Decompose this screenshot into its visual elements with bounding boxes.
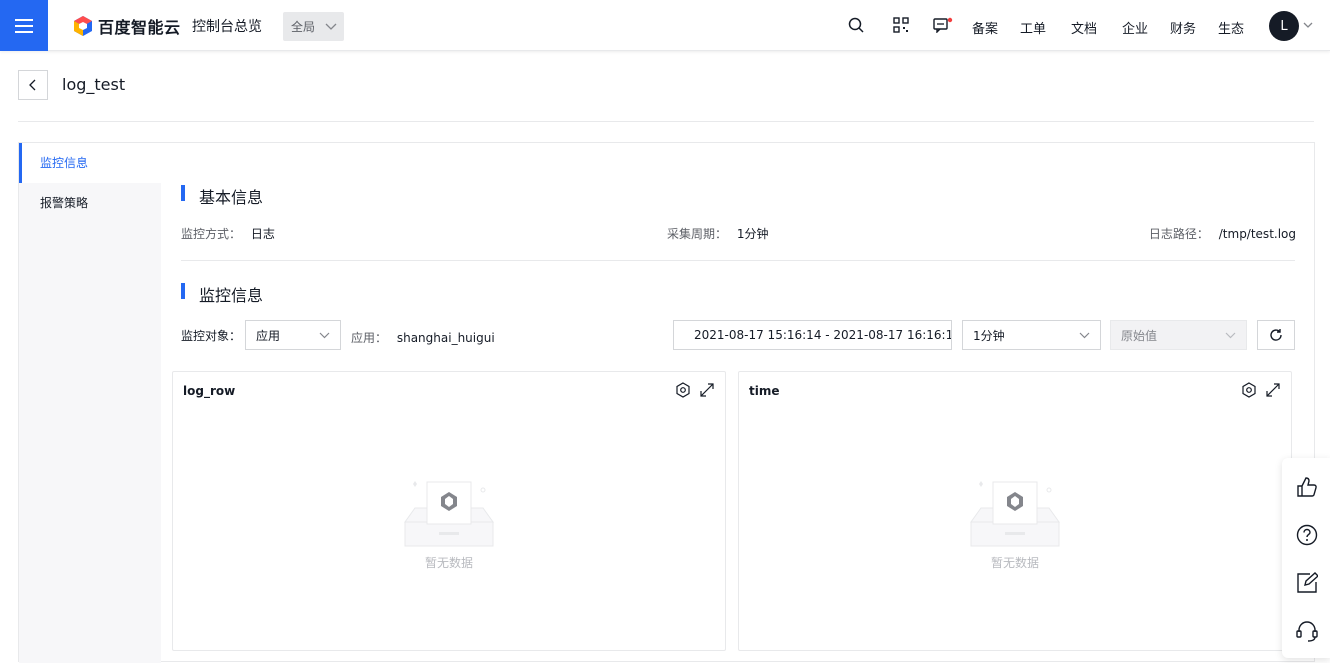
- info-collect-period: 采集周期： 1分钟: [667, 225, 768, 242]
- menu-button[interactable]: [0, 0, 48, 51]
- chart-title: log_row: [183, 384, 236, 398]
- time-range-value: 2021-08-17 15:16:14 - 2021-08-17 16:16:1…: [694, 328, 952, 342]
- nav-link-beian[interactable]: 备案: [972, 18, 998, 37]
- info-log-path: 日志路径： /tmp/test.log: [1149, 225, 1296, 242]
- section-title-basic-info: 基本信息: [181, 184, 263, 208]
- settings-icon[interactable]: [1241, 382, 1257, 398]
- card-tools: [675, 382, 715, 398]
- feedback-icon[interactable]: [1296, 572, 1318, 594]
- region-label: 全局: [291, 20, 316, 34]
- side-nav: 监控信息 报警策略: [19, 143, 161, 663]
- search-icon[interactable]: [848, 17, 864, 33]
- sidebar-item-alarm-policy[interactable]: 报警策略: [19, 183, 161, 223]
- info-monitor-method: 监控方式： 日志: [181, 225, 275, 242]
- select-value: 1分钟: [973, 328, 1005, 343]
- info-label: 日志路径：: [1148, 227, 1209, 241]
- chart-card-time: time 暂无数据: [738, 371, 1292, 651]
- select-value: 原始值: [1121, 328, 1158, 343]
- statistic-select: 原始值: [1110, 320, 1247, 350]
- avatar[interactable]: L: [1269, 11, 1299, 41]
- nav-link-docs[interactable]: 文档: [1071, 18, 1097, 37]
- brand-name: 百度智能云: [98, 18, 181, 37]
- chevron-down-icon: [1079, 332, 1090, 338]
- app-label: 应用：: [351, 331, 388, 345]
- main-panel: 基本信息 监控方式： 日志 采集周期： 1分钟 日志路径： /tmp/test.…: [161, 143, 1316, 663]
- avatar-initial: L: [1280, 18, 1288, 34]
- nav-link-ecosystem[interactable]: 生态: [1218, 18, 1244, 37]
- help-icon[interactable]: [1296, 524, 1318, 546]
- customer-service-icon[interactable]: [1296, 620, 1318, 642]
- app-info: 应用： shanghai_huigui: [351, 329, 495, 346]
- page-title: log_test: [62, 75, 126, 94]
- empty-box-icon: [404, 481, 494, 547]
- refresh-button[interactable]: [1257, 320, 1295, 350]
- chart-card-log-row: log_row 暂无数据: [172, 371, 726, 651]
- chevron-left-icon: [29, 79, 36, 91]
- empty-box-icon: [970, 481, 1060, 547]
- nav-link-enterprise[interactable]: 企业: [1122, 18, 1148, 37]
- card-tools: [1241, 382, 1281, 398]
- chevron-down-icon: [319, 332, 330, 338]
- fullscreen-icon[interactable]: [1265, 382, 1281, 398]
- empty-text: 暂无数据: [424, 556, 473, 570]
- region-select[interactable]: 全局: [283, 12, 344, 41]
- info-value: 日志: [250, 227, 275, 241]
- empty-state: 暂无数据: [739, 478, 1291, 571]
- fullscreen-icon[interactable]: [699, 382, 715, 398]
- chevron-down-icon: [325, 23, 337, 30]
- info-label: 监控方式：: [181, 227, 242, 241]
- message-icon[interactable]: [933, 17, 953, 33]
- baidu-cloud-logo-icon: [74, 16, 92, 36]
- thumbs-up-icon[interactable]: [1296, 476, 1318, 498]
- monitor-object-label: 监控对象：: [181, 329, 242, 343]
- info-value: 1分钟: [736, 227, 769, 241]
- info-value: /tmp/test.log: [1218, 227, 1296, 241]
- nav-link-finance[interactable]: 财务: [1170, 18, 1196, 37]
- chart-title: time: [749, 384, 780, 398]
- settings-icon[interactable]: [675, 382, 691, 398]
- sidebar-item-monitor-info[interactable]: 监控信息: [19, 143, 161, 183]
- divider: [181, 260, 1295, 261]
- brand-logo[interactable]: 百度智能云: [72, 14, 181, 38]
- time-range-picker[interactable]: 2021-08-17 15:16:14 - 2021-08-17 16:16:1…: [673, 320, 952, 350]
- section-title-monitor-info: 监控信息: [181, 282, 263, 306]
- top-navbar: 百度智能云 控制台总览 全局 备案 工单 文档 企业 财务 生态 L: [0, 0, 1330, 51]
- floating-toolbar: [1282, 458, 1330, 658]
- empty-text: 暂无数据: [990, 556, 1039, 570]
- chevron-down-icon: [1225, 332, 1236, 338]
- select-value: 应用: [256, 328, 281, 343]
- info-label: 采集周期：: [667, 227, 728, 241]
- content-panel: 监控信息 报警策略 基本信息 监控方式： 日志 采集周期： 1分钟 日志路径： …: [18, 142, 1316, 663]
- empty-state: 暂无数据: [173, 478, 725, 571]
- nav-link-ticket[interactable]: 工单: [1020, 18, 1046, 37]
- back-button[interactable]: [18, 70, 48, 100]
- qrcode-icon[interactable]: [893, 17, 909, 33]
- page-header: log_test: [18, 70, 1314, 122]
- period-select[interactable]: 1分钟: [962, 320, 1101, 350]
- console-overview-link[interactable]: 控制台总览: [192, 16, 262, 36]
- chevron-down-icon[interactable]: [1303, 22, 1313, 29]
- refresh-icon: [1270, 329, 1282, 341]
- monitor-object-select[interactable]: 应用: [245, 320, 341, 350]
- menu-icon: [15, 18, 33, 33]
- app-value: shanghai_huigui: [396, 331, 495, 345]
